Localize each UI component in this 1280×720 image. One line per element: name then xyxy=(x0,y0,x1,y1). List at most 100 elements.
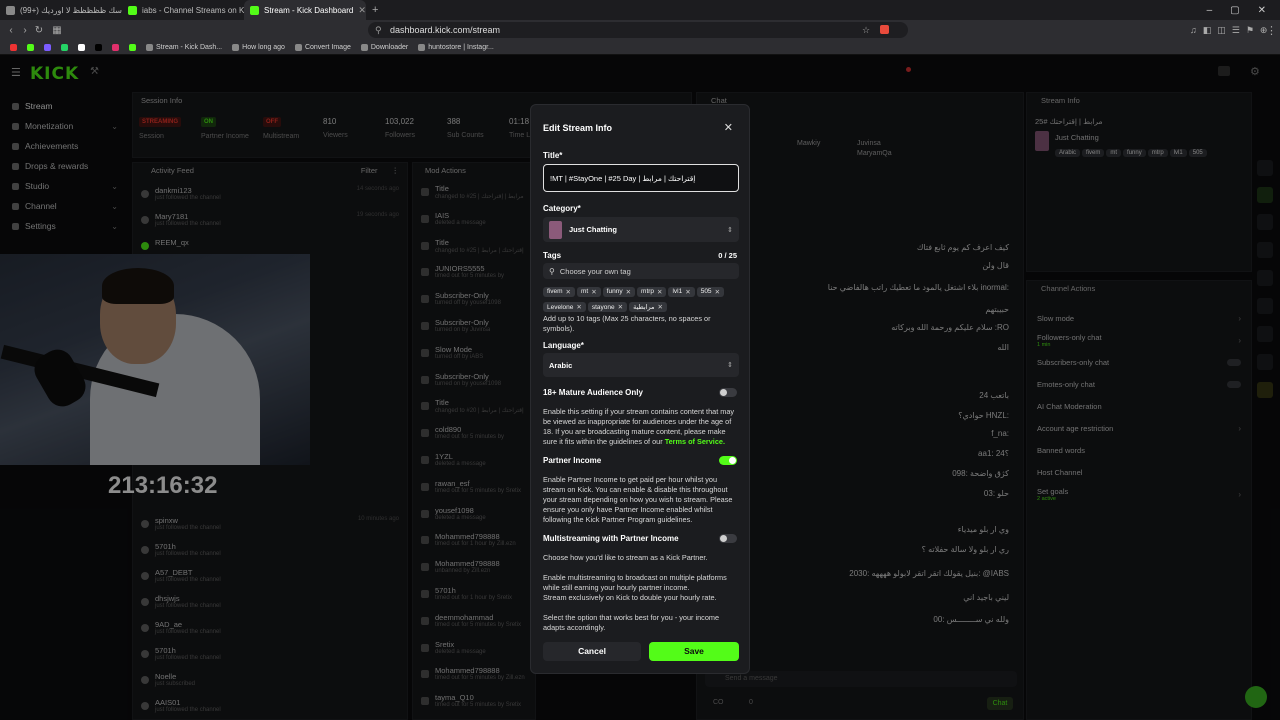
remove-tag-icon[interactable]: ✕ xyxy=(618,303,623,311)
selected-tag: مرابطية ✕ xyxy=(629,301,667,312)
remove-tag-icon[interactable]: ✕ xyxy=(566,288,571,296)
tags-help-text: Add up to 10 tags (Max 25 characters, no… xyxy=(543,314,711,333)
title-input-value: !MT | #StayOne | #25 Day | إقتراحتك | مر… xyxy=(550,173,696,183)
selected-tag: stayone ✕ xyxy=(587,302,628,312)
category-label: Category* xyxy=(543,204,581,213)
mature-toggle[interactable] xyxy=(719,388,737,397)
bookmark-icon[interactable] xyxy=(95,43,102,51)
language-select[interactable]: Arabic ⇕ xyxy=(543,353,739,377)
bookmark-favicon-icon xyxy=(95,43,102,51)
remove-tag-icon[interactable]: ✕ xyxy=(626,288,631,296)
tab-favicon-icon xyxy=(250,5,259,15)
site-info-icon[interactable]: ⚲ xyxy=(375,22,382,38)
reload-icon[interactable]: ↻ xyxy=(32,25,46,36)
modal-title: Edit Stream Info xyxy=(543,123,613,133)
selected-tag: lvl1 ✕ xyxy=(668,286,695,297)
bookmark-label: Convert Image xyxy=(304,43,351,51)
forward-icon[interactable]: › xyxy=(18,25,32,36)
selected-tag: fivem ✕ xyxy=(543,286,575,297)
bookmark-favicon-icon xyxy=(112,43,119,51)
search-icon: ⚲ xyxy=(549,266,555,276)
remove-tag-icon[interactable]: ✕ xyxy=(658,303,663,311)
edit-stream-info-modal: Edit Stream Info ✕ Title* !MT | #StayOne… xyxy=(530,104,750,674)
apps-icon[interactable]: ▦ xyxy=(50,25,64,36)
multistream-toggle[interactable] xyxy=(719,534,737,543)
tab-favicon-icon xyxy=(6,5,15,15)
multistream-help-3: Stream exclusively on Kick to double you… xyxy=(543,593,717,602)
browser-menu-icon[interactable]: ⋮ xyxy=(1266,24,1277,37)
remove-tag-icon[interactable]: ✕ xyxy=(576,303,581,311)
remove-tag-icon[interactable]: ✕ xyxy=(715,288,720,296)
multistream-label: Multistreaming with Partner Income xyxy=(543,534,679,543)
tags-count: 0 / 25 xyxy=(718,251,737,260)
bookmark-icon[interactable] xyxy=(61,43,68,51)
close-window-icon[interactable]: ✕ xyxy=(1258,5,1266,16)
bookmark-favicon-icon xyxy=(418,43,426,51)
tab-favicon-icon xyxy=(128,5,137,15)
bookmark-item[interactable]: Stream - Kick Dash... xyxy=(146,43,222,51)
bookmark-favicon-icon xyxy=(146,43,153,51)
partner-income-label: Partner Income xyxy=(543,456,602,465)
bookmark-label: How long ago xyxy=(242,43,285,51)
bookmark-label: huntostore | Instagr... xyxy=(428,43,494,51)
url-input[interactable]: ⚲ dashboard.kick.com/stream xyxy=(368,22,908,38)
category-thumbnail xyxy=(549,220,562,239)
maximize-icon[interactable]: ▢ xyxy=(1230,5,1239,16)
extensions-menu-icon[interactable]: ♫◧◫☰⚑⊕ xyxy=(1190,25,1273,36)
multistream-help-4: Select the option that works best for yo… xyxy=(543,613,720,632)
mature-help-text: Enable this setting if your stream conta… xyxy=(543,407,741,447)
bookmark-favicon-icon xyxy=(61,43,68,51)
bookmark-favicon-icon xyxy=(129,43,136,51)
bookmark-item[interactable]: How long ago xyxy=(232,43,285,51)
minimize-icon[interactable]: – xyxy=(1207,5,1213,16)
extension-icon[interactable] xyxy=(880,25,889,34)
selected-tag: funny ✕ xyxy=(602,286,636,297)
bookmark-favicon-icon xyxy=(78,43,85,51)
tag-search-placeholder: Choose your own tag xyxy=(559,266,631,276)
new-tab-button[interactable]: + xyxy=(372,4,378,16)
bookmark-item[interactable]: Convert Image xyxy=(294,43,351,51)
browser-tab[interactable]: (99+) لاسك ظظظظظ لا اورديك Fiabs@✕ xyxy=(0,0,122,20)
multistream-help-1: Choose how you'd like to stream as a Kic… xyxy=(543,553,708,562)
bookmark-star-icon[interactable]: ☆ xyxy=(862,25,870,36)
back-icon[interactable]: ‹ xyxy=(4,25,18,36)
bookmark-item[interactable]: huntostore | Instagr... xyxy=(418,43,494,51)
bookmark-icon[interactable] xyxy=(112,43,119,51)
remove-tag-icon[interactable]: ✕ xyxy=(591,288,596,296)
browser-tab[interactable]: iabs - Channel Streams on Kick: View✕ xyxy=(122,0,244,20)
partner-help-text: Enable Partner Income to get paid per ho… xyxy=(543,475,733,524)
cancel-button[interactable]: Cancel xyxy=(543,642,641,661)
bookmark-item[interactable]: Downloader xyxy=(360,43,409,51)
bookmark-label: Downloader xyxy=(370,43,409,51)
bookmark-favicon-icon xyxy=(10,43,17,51)
bookmark-icon[interactable] xyxy=(27,43,34,51)
tags-label: Tags xyxy=(543,251,562,260)
close-icon[interactable]: ✕ xyxy=(724,121,733,134)
bookmark-favicon-icon xyxy=(232,43,240,51)
tag-label: lvl1 xyxy=(672,288,683,295)
tag-search-input[interactable]: ⚲ Choose your own tag xyxy=(543,263,739,279)
bookmark-icon[interactable] xyxy=(129,43,136,51)
tab-close-icon[interactable]: ✕ xyxy=(358,5,366,16)
category-value: Just Chatting xyxy=(569,225,617,234)
browser-tab-bar: (99+) لاسك ظظظظظ لا اورديك Fiabs@✕iabs -… xyxy=(0,0,1280,20)
tag-label: mtrp xyxy=(641,288,655,295)
tag-label: 505 xyxy=(700,288,712,295)
tab-label: Stream - Kick Dashboard xyxy=(264,5,354,15)
save-button[interactable]: Save xyxy=(649,642,739,661)
address-bar-row: ‹ › ↻ ▦ ⚲ dashboard.kick.com/stream ☆ ♫◧… xyxy=(0,20,1280,40)
browser-tab[interactable]: Stream - Kick Dashboard ✕ xyxy=(244,0,366,20)
bookmark-favicon-icon xyxy=(44,43,51,51)
bookmark-icon[interactable] xyxy=(10,43,17,51)
title-input[interactable]: !MT | #StayOne | #25 Day | إقتراحتك | مر… xyxy=(543,164,739,192)
bookmark-icon[interactable] xyxy=(44,43,51,51)
remove-tag-icon[interactable]: ✕ xyxy=(685,288,690,296)
bookmarks-bar: Stream - Kick Dash... How long ago Convert… xyxy=(0,40,1280,55)
category-select[interactable]: Just Chatting ⇕ xyxy=(543,217,739,242)
remove-tag-icon[interactable]: ✕ xyxy=(657,288,662,296)
tag-label: fivem xyxy=(547,288,563,295)
partner-income-toggle[interactable] xyxy=(719,456,737,465)
bookmark-icon[interactable] xyxy=(78,43,85,51)
terms-of-service-link[interactable]: Terms of Service. xyxy=(665,437,725,446)
bookmark-favicon-icon xyxy=(294,43,302,51)
